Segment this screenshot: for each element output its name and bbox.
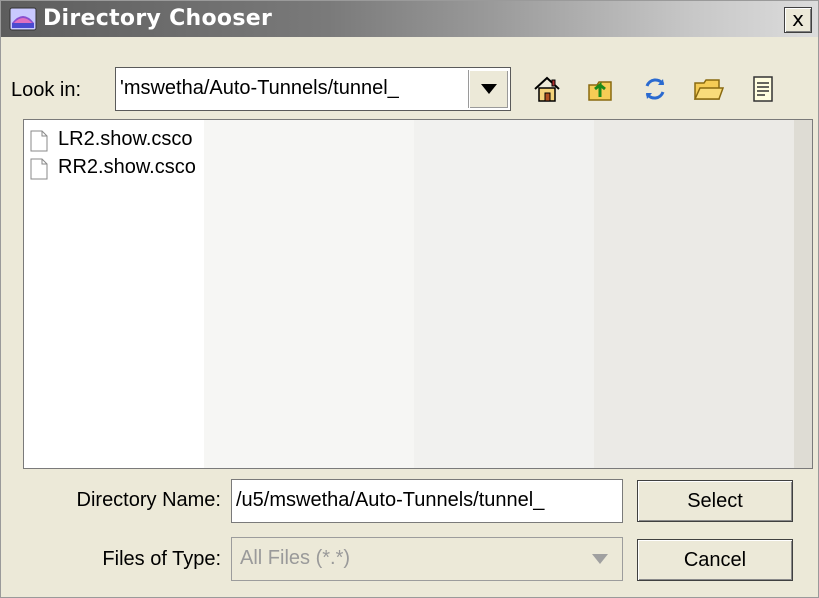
files-of-type-label: Files of Type: (102, 548, 221, 570)
file-icon (30, 158, 48, 180)
file-icon (30, 130, 48, 152)
files-of-type-combobox: All Files (*.*) (231, 537, 623, 581)
column-shade (414, 120, 594, 468)
app-logo-icon (9, 7, 37, 31)
chevron-down-icon (592, 554, 608, 564)
file-list[interactable]: LR2.show.csco RR2.show.csco (23, 119, 813, 469)
up-folder-icon[interactable] (583, 71, 619, 107)
look-in-label: Look in: (11, 79, 82, 101)
details-view-icon[interactable] (745, 71, 781, 107)
column-shade (794, 120, 812, 468)
directory-name-value: /u5/mswetha/Auto-Tunnels/tunnel_ (236, 489, 545, 511)
window-title: Directory Chooser (43, 6, 273, 31)
look-in-dropdown-button[interactable] (468, 70, 508, 108)
refresh-icon[interactable] (637, 71, 673, 107)
directory-name-label: Directory Name: (76, 489, 221, 511)
close-button[interactable]: x (784, 7, 812, 33)
file-name: RR2.show.csco (58, 156, 196, 178)
close-icon: x (792, 7, 804, 31)
directory-name-field[interactable]: /u5/mswetha/Auto-Tunnels/tunnel_ (231, 479, 623, 523)
column-shade (204, 120, 414, 468)
look-in-combobox[interactable]: 'mswetha/Auto-Tunnels/tunnel_ (115, 67, 511, 111)
cancel-button[interactable]: Cancel (637, 539, 793, 581)
file-name: LR2.show.csco (58, 128, 193, 150)
directory-chooser-dialog: Directory Chooser x Look in: 'mswetha/Au… (0, 0, 819, 598)
chevron-down-icon (481, 84, 497, 94)
column-shade (594, 120, 794, 468)
home-icon[interactable] (529, 71, 565, 107)
new-folder-icon[interactable] (691, 71, 727, 107)
files-of-type-value: All Files (*.*) (240, 547, 351, 569)
title-bar[interactable]: Directory Chooser x (1, 1, 818, 37)
look-in-value: 'mswetha/Auto-Tunnels/tunnel_ (120, 77, 399, 99)
select-button[interactable]: Select (637, 480, 793, 522)
